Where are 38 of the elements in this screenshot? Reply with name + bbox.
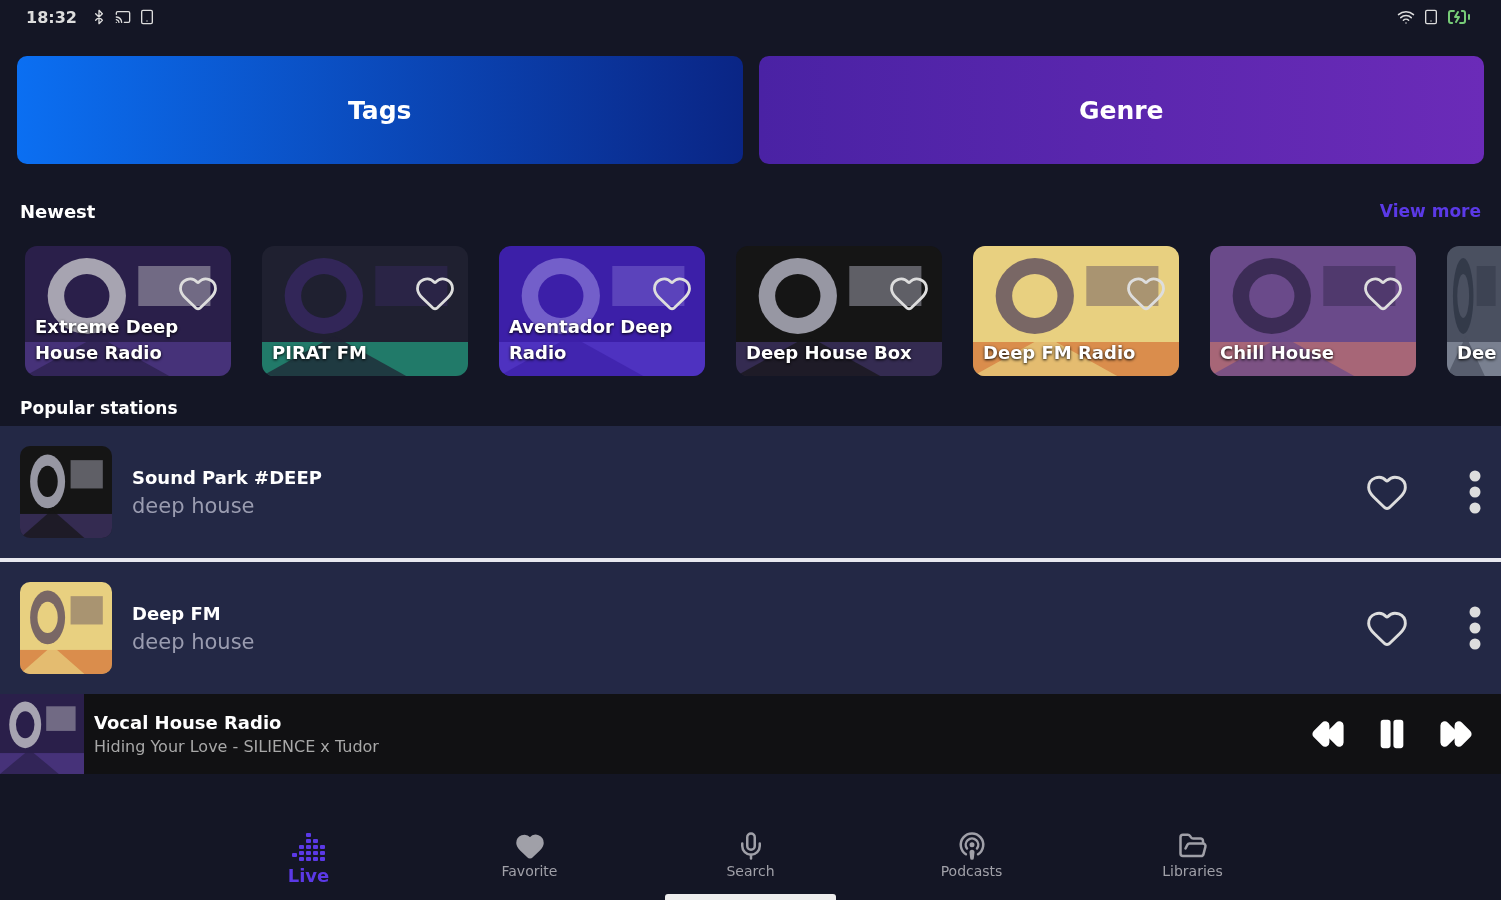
station-name: Deep House Box [746,341,913,365]
nav-tab[interactable]: Favorite [419,830,640,894]
station-card[interactable]: PIRAT FM [262,246,468,376]
mini-player[interactable]: Vocal House Radio Hiding Your Love - SILIENCE x Tudor [0,694,1501,774]
station-name: Deep FM Radio [983,341,1137,365]
section-title: Popular stations [20,398,178,418]
category-button[interactable]: Tags [17,56,743,164]
tablet-icon [138,9,155,25]
more-icon [1469,606,1481,650]
station-genre: deep house [132,493,256,518]
station-genre: deep house [132,629,256,654]
station-name: Aventador Deep Radio [509,315,674,365]
station-card[interactable]: Dee [1447,246,1501,376]
station-row[interactable]: Deep FM deep house [0,562,1501,694]
station-name: Chill House [1220,341,1335,365]
equalizer-icon [291,831,326,863]
more-button[interactable] [1469,606,1481,650]
clock: 18:32 [26,7,77,27]
station-name: Deep FM [132,602,222,624]
section-title: Newest [20,200,96,222]
station-name: Dee [1457,341,1495,365]
nav-tab[interactable]: Search [640,830,861,894]
screen-icon [1423,9,1439,25]
station-card[interactable]: Aventador Deep Radio [499,246,705,376]
nav-tab[interactable]: Podcasts [861,830,1082,894]
station-name: PIRAT FM [272,341,369,365]
station-name: Sound Park #DEEP [132,466,323,488]
station-card[interactable]: Chill House [1210,246,1416,376]
track-title: Hiding Your Love - SILIENCE x Tudor [94,737,380,756]
station-card[interactable]: Deep House Box [736,246,942,376]
more-icon [1469,470,1481,514]
wifi-icon [1397,8,1415,26]
station-row[interactable]: Sound Park #DEEP deep house [0,426,1501,558]
nav-tab[interactable]: Libraries [1082,830,1303,894]
cast-icon [114,9,131,25]
category-button[interactable]: Genre [758,56,1484,164]
more-button[interactable] [1469,470,1481,514]
station-name: Vocal House Radio [94,712,283,733]
